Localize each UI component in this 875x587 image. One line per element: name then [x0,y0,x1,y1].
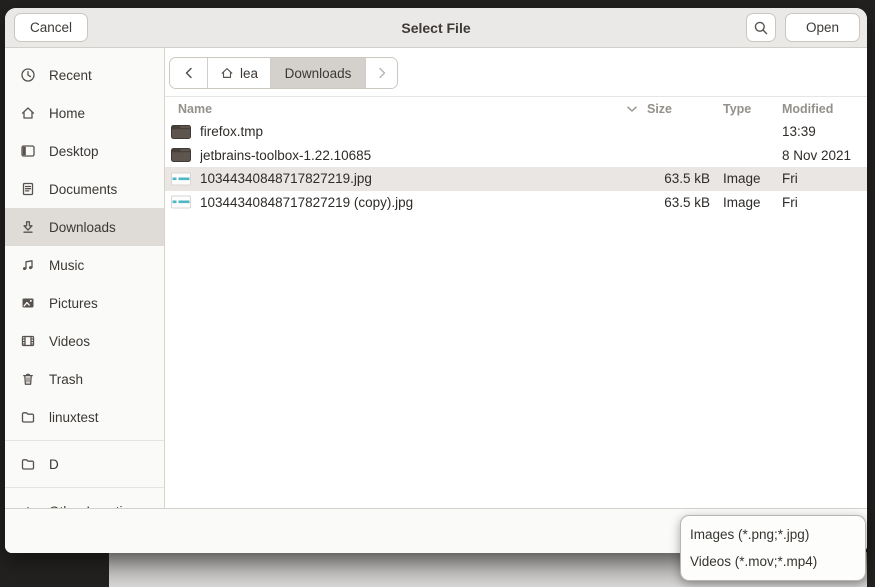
sidebar-item-music[interactable]: Music [5,246,164,284]
pathbar-segment-downloads[interactable]: Downloads [271,58,366,88]
dialog-headerbar: Cancel Select File Open [5,8,867,48]
pathbar-home-label: lea [240,66,258,81]
sidebar-item-label: Home [49,106,85,121]
home-icon [20,105,36,121]
pathbar-current-label: Downloads [285,66,352,81]
downloads-icon [20,219,36,235]
file-name: 10344340848717827219.jpg [200,171,372,186]
sidebar-item-label: Documents [49,182,117,197]
file-list-header: Name Size Type Modified [165,97,867,120]
music-icon [20,257,36,273]
home-icon [220,66,234,80]
pathbar: lea Downloads [169,57,398,89]
sidebar-separator [5,440,164,441]
open-button[interactable]: Open [785,13,860,42]
image-file-icon [171,194,191,210]
folder-icon [20,456,36,472]
file-row-image-copy-jpg[interactable]: 10344340848717827219 (copy).jpg 63.5 kB … [165,191,867,215]
folder-icon [171,147,191,163]
sidebar-item-label: Recent [49,68,92,83]
file-name: 10344340848717827219 (copy).jpg [200,195,413,210]
sidebar-item-other-locations[interactable]: Other Locations [5,492,164,508]
column-header-name[interactable]: Name [165,102,647,116]
file-size: 63.5 kB [647,171,713,186]
folder-icon [171,124,191,140]
search-button[interactable] [746,13,776,42]
sidebar-separator [5,487,164,488]
sidebar-item-label: Downloads [49,220,116,235]
filter-option-videos[interactable]: Videos (*.mov;*.mp4) [681,548,865,575]
sidebar-item-videos[interactable]: Videos [5,322,164,360]
sidebar-item-home[interactable]: Home [5,94,164,132]
search-icon [753,20,769,36]
sidebar-item-d[interactable]: D [5,445,164,483]
file-row-jetbrains-toolbox[interactable]: jetbrains-toolbox-1.22.10685 8 Nov 2021 [165,144,867,168]
pathbar-forward-button[interactable] [366,58,397,88]
file-modified: 13:39 [768,124,867,139]
file-modified: Fri [768,195,867,210]
sidebar-item-label: Pictures [49,296,98,311]
videos-icon [20,333,36,349]
file-type: Image [713,171,768,186]
column-header-modified[interactable]: Modified [768,102,867,116]
places-sidebar: Recent Home Desktop Documents [5,48,165,508]
filter-option-images[interactable]: Images (*.png;*.jpg) [681,521,865,548]
pathbar-segment-home[interactable]: lea [208,58,271,88]
sidebar-item-desktop[interactable]: Desktop [5,132,164,170]
file-row-firefox-tmp[interactable]: firefox.tmp 13:39 [165,120,867,144]
sidebar-item-label: Trash [49,372,83,387]
chevron-left-icon [184,67,194,79]
cancel-button[interactable]: Cancel [14,13,88,42]
file-name: jetbrains-toolbox-1.22.10685 [200,148,371,163]
sidebar-item-pictures[interactable]: Pictures [5,284,164,322]
sidebar-item-trash[interactable]: Trash [5,360,164,398]
column-header-type[interactable]: Type [713,102,768,116]
sidebar-item-linuxtest[interactable]: linuxtest [5,398,164,436]
sidebar-item-label: Desktop [49,144,99,159]
file-modified: Fri [768,171,867,186]
filter-dropdown-popup: Images (*.png;*.jpg) Videos (*.mov;*.mp4… [680,515,866,581]
column-header-size[interactable]: Size [647,102,713,116]
pathbar-back-button[interactable] [170,58,208,88]
sidebar-item-documents[interactable]: Documents [5,170,164,208]
sidebar-item-recent[interactable]: Recent [5,56,164,94]
sidebar-item-label: Music [49,258,84,273]
file-name: firefox.tmp [200,124,263,139]
file-list: Name Size Type Modified fi [165,96,867,508]
file-size: 63.5 kB [647,195,713,210]
file-chooser-dialog: Cancel Select File Open Recent [5,8,867,553]
sidebar-item-downloads[interactable]: Downloads [5,208,164,246]
pictures-icon [20,295,36,311]
chevron-down-icon [626,105,638,113]
desktop-icon [20,143,36,159]
documents-icon [20,181,36,197]
sidebar-item-label: linuxtest [49,410,99,425]
trash-icon [20,371,36,387]
sidebar-item-label: D [49,457,59,472]
sidebar-item-label: Videos [49,334,90,349]
dialog-title: Select File [5,20,867,36]
image-file-icon [171,171,191,187]
file-type: Image [713,195,768,210]
folder-icon [20,409,36,425]
recent-icon [20,67,36,83]
chevron-right-icon [377,67,387,79]
file-row-image-jpg[interactable]: 10344340848717827219.jpg 63.5 kB Image F… [165,167,867,191]
file-browser-pane: lea Downloads Name [165,48,867,508]
file-modified: 8 Nov 2021 [768,148,867,163]
